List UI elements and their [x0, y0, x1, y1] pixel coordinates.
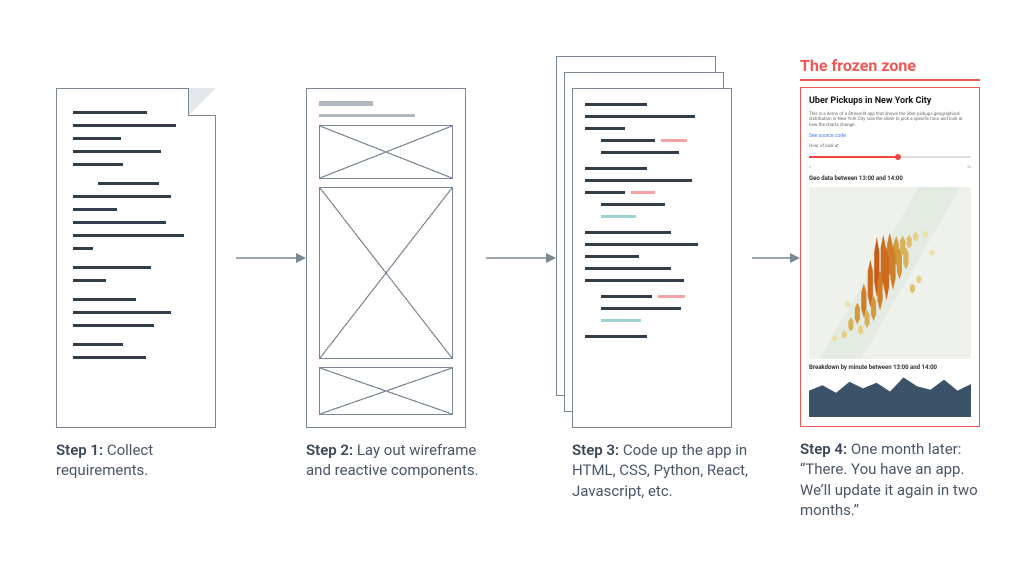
slider-ticks: 023 [809, 165, 971, 169]
wireframe [306, 88, 466, 428]
wireframe-box [319, 125, 453, 179]
hour-slider[interactable] [809, 154, 971, 160]
chart-heading: Breakdown by minute between 13:00 and 14… [809, 364, 971, 371]
code-stack [556, 56, 716, 428]
workflow-diagram: Step 1: Collect requirements. Step 2: La… [0, 0, 1024, 576]
arrow-3 [752, 88, 800, 428]
step-2-caption: Step 2: Lay out wireframe and reactive c… [306, 440, 486, 481]
step-4: The frozen zone Uber Pickups in New York… [800, 56, 980, 520]
minute-chart: Breakdown by minute between 13:00 and 14… [809, 364, 971, 418]
step-2-title: Step 2: [306, 441, 353, 459]
arrow-1 [236, 88, 306, 428]
diagram-row: Step 1: Collect requirements. Step 2: La… [56, 56, 984, 520]
app-subtitle: This is a demo of a Streamlit app that s… [809, 112, 971, 128]
app-screenshot: Uber Pickups in New York City This is a … [800, 87, 980, 427]
slider-label: Hour of look at [809, 144, 971, 149]
map-heading: Geo data between 13:00 and 14:00 [809, 175, 971, 182]
requirements-doc [56, 88, 216, 428]
step-1: Step 1: Collect requirements. [56, 56, 236, 481]
map-visualization[interactable] [809, 187, 971, 359]
page-fold-icon [188, 88, 216, 116]
frozen-zone-label: The frozen zone [800, 56, 916, 75]
step-4-caption: Step 4: One month later: “There. You hav… [800, 439, 980, 520]
step-1-caption: Step 1: Collect requirements. [56, 440, 236, 481]
step-2: Step 2: Lay out wireframe and reactive c… [306, 56, 486, 481]
arrow-2 [486, 88, 556, 428]
step-3-caption: Step 3: Code up the app in HTML, CSS, Py… [572, 440, 752, 501]
source-link[interactable]: See source code [809, 133, 971, 139]
doc-lines [57, 89, 215, 391]
code-page-front [572, 88, 732, 428]
frozen-underline [800, 79, 980, 81]
wireframe-box [319, 187, 453, 359]
step-1-title: Step 1: [56, 441, 103, 459]
app-title: Uber Pickups in New York City [809, 96, 971, 107]
wireframe-box [319, 367, 453, 415]
step-4-title: Step 4: [800, 440, 847, 458]
step-3: Step 3: Code up the app in HTML, CSS, Py… [556, 56, 752, 501]
step-3-title: Step 3: [572, 441, 619, 459]
